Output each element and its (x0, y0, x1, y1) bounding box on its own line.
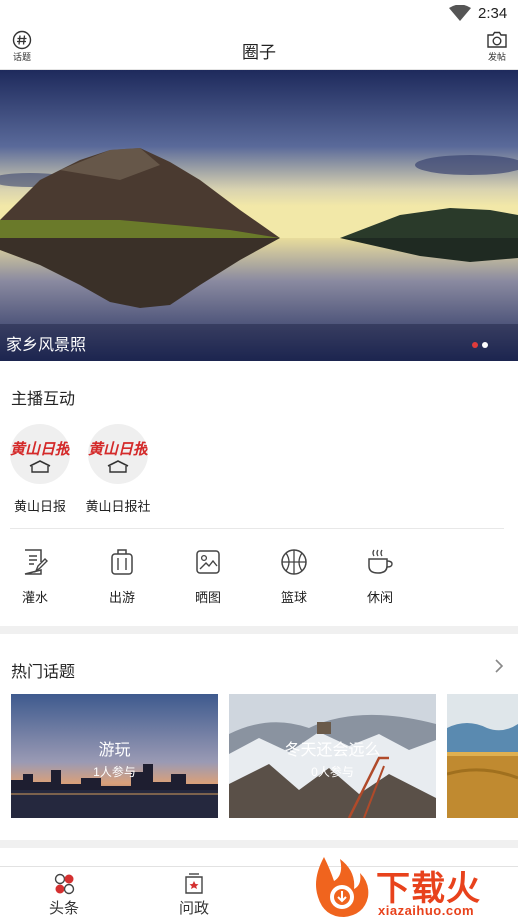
basketball-icon (281, 549, 307, 575)
topic-overlay: 冬天还会远么 0人参与 (229, 736, 436, 780)
hot-topics-list: 游玩 1人参与 冬天还会远么 0人参与 (11, 694, 518, 818)
newspaper-logo-text: 黄山日报 (10, 440, 70, 458)
category-item-chuyou[interactable]: 出游 (92, 548, 152, 606)
section-divider (0, 840, 518, 848)
nav-item-inquiry[interactable]: 问政 (164, 873, 224, 918)
category-item-lanqiu[interactable]: 篮球 (264, 548, 324, 606)
anchor-name: 黄山日报 (13, 499, 66, 514)
topic-card[interactable] (447, 694, 518, 818)
landscape-photo (0, 70, 518, 361)
topic-participants: 0人参与 (311, 765, 354, 779)
post-label: 发帖 (487, 52, 506, 62)
app-header: 话题 圈子 发帖 (0, 26, 518, 70)
category-item-xiuxian[interactable]: 休闲 (350, 548, 410, 606)
category-label: 休闲 (366, 590, 393, 605)
hot-topics-title: 热门话题 (11, 664, 76, 681)
category-grid: 灌水 出游 晒图 篮球 休闲 (0, 548, 518, 608)
carousel-indicator (472, 342, 488, 348)
chevron-right-icon[interactable] (494, 658, 504, 674)
hot-topics-header[interactable]: 热门话题 (0, 648, 518, 684)
topic-name: 游玩 (98, 742, 131, 759)
house-logo-icon (29, 460, 51, 473)
avatar: 黄山日报 (10, 424, 70, 484)
wifi-icon (449, 5, 471, 21)
category-label: 灌水 (21, 590, 48, 605)
camera-icon (487, 31, 507, 48)
nav-label: 头条 (48, 900, 79, 917)
nav-label: 问政 (178, 900, 209, 917)
anchor-name: 黄山日报社 (85, 499, 151, 514)
nav-item-headlines[interactable]: 头条 (34, 873, 94, 918)
watermark: 下载火 xiazaihuo.com (304, 853, 518, 921)
image-icon (196, 550, 220, 574)
status-bar: 2:34 (0, 0, 518, 26)
section-divider (0, 626, 518, 634)
house-logo-icon (107, 460, 129, 473)
topic-card[interactable]: 游玩 1人参与 (11, 694, 218, 818)
category-item-guanshui[interactable]: 灌水 (5, 548, 65, 606)
category-label: 出游 (108, 590, 135, 605)
topic-name: 冬天还会远么 (284, 742, 381, 759)
anchor-section-title: 主播互动 (11, 391, 76, 408)
carousel-dot (482, 342, 488, 348)
suitcase-icon (111, 549, 133, 575)
flame-logo-icon (316, 857, 369, 917)
category-label: 篮球 (280, 590, 307, 605)
carousel-dot (472, 342, 478, 348)
anchor-item[interactable]: 黄山日报 黄山日报社 (85, 424, 151, 515)
coffee-cup-icon (368, 549, 393, 574)
topic-participants: 1人参与 (93, 765, 136, 779)
anchor-list: 黄山日报 黄山日报 黄山日报 黄山日报社 (10, 424, 151, 515)
anchor-item[interactable]: 黄山日报 黄山日报 (10, 424, 70, 515)
inquiry-icon (185, 873, 203, 894)
topic-overlay: 游玩 1人参与 (11, 736, 218, 780)
avatar: 黄山日报 (88, 424, 148, 484)
status-time: 2:34 (478, 5, 508, 22)
topic-card[interactable]: 冬天还会远么 0人参与 (229, 694, 436, 818)
category-label: 晒图 (194, 590, 221, 605)
category-item-shaitu[interactable]: 晒图 (178, 548, 238, 606)
divider (10, 528, 504, 529)
watermark-url: xiazaihuo.com (378, 903, 475, 918)
wheat-field-photo (447, 694, 518, 818)
edit-note-icon (24, 549, 48, 575)
headlines-icon (54, 873, 75, 895)
page-title: 圈子 (242, 43, 276, 62)
banner-caption: 家乡风景照 (6, 337, 87, 354)
newspaper-logo-text: 黄山日报 (88, 440, 148, 458)
post-button[interactable]: 发帖 (480, 30, 514, 66)
banner-carousel[interactable]: 家乡风景照 (0, 70, 518, 361)
